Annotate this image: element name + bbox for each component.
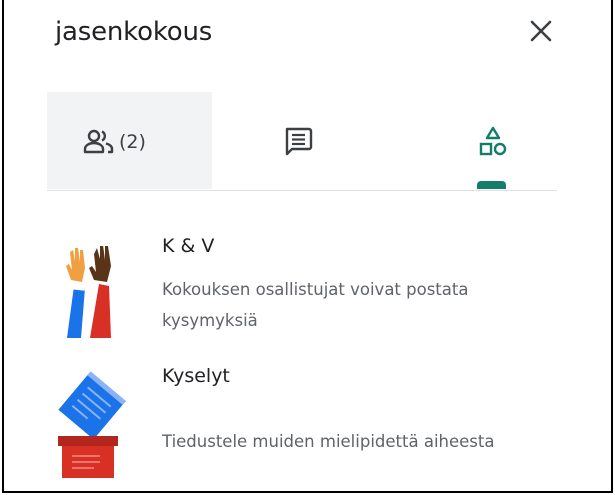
chat-icon [285, 127, 313, 156]
activity-title: Kyselyt [162, 365, 230, 387]
shapes-icon [479, 126, 507, 156]
tab-chat[interactable] [212, 92, 382, 189]
close-icon [530, 20, 552, 42]
tab-activities[interactable] [382, 92, 557, 189]
ballot-box-illustration [58, 371, 126, 478]
activity-qa[interactable]: K & V Kokouksen osallistujat voivat post… [4, 230, 604, 350]
participant-count: (2) [119, 131, 146, 153]
activity-description: Kokouksen osallistujat voivat postata ky… [162, 280, 469, 330]
activity-description: Tiedustele muiden mielipidettä aiheesta [162, 432, 495, 451]
panel-title: jasenkokous [55, 17, 213, 47]
close-button[interactable] [524, 14, 558, 48]
tab-people[interactable]: (2) [47, 92, 212, 189]
panel-tabs: (2) [47, 92, 557, 191]
side-panel: jasenkokous (2) K & V Kokouksen osallist… [2, 0, 613, 493]
selected-tab-indicator [477, 181, 506, 189]
people-icon [83, 129, 114, 154]
raised-hands-illustration [66, 246, 111, 338]
activity-title: K & V [162, 235, 215, 257]
activity-polls[interactable]: Kyselyt Tiedustele muiden mielipidettä a… [4, 358, 604, 488]
